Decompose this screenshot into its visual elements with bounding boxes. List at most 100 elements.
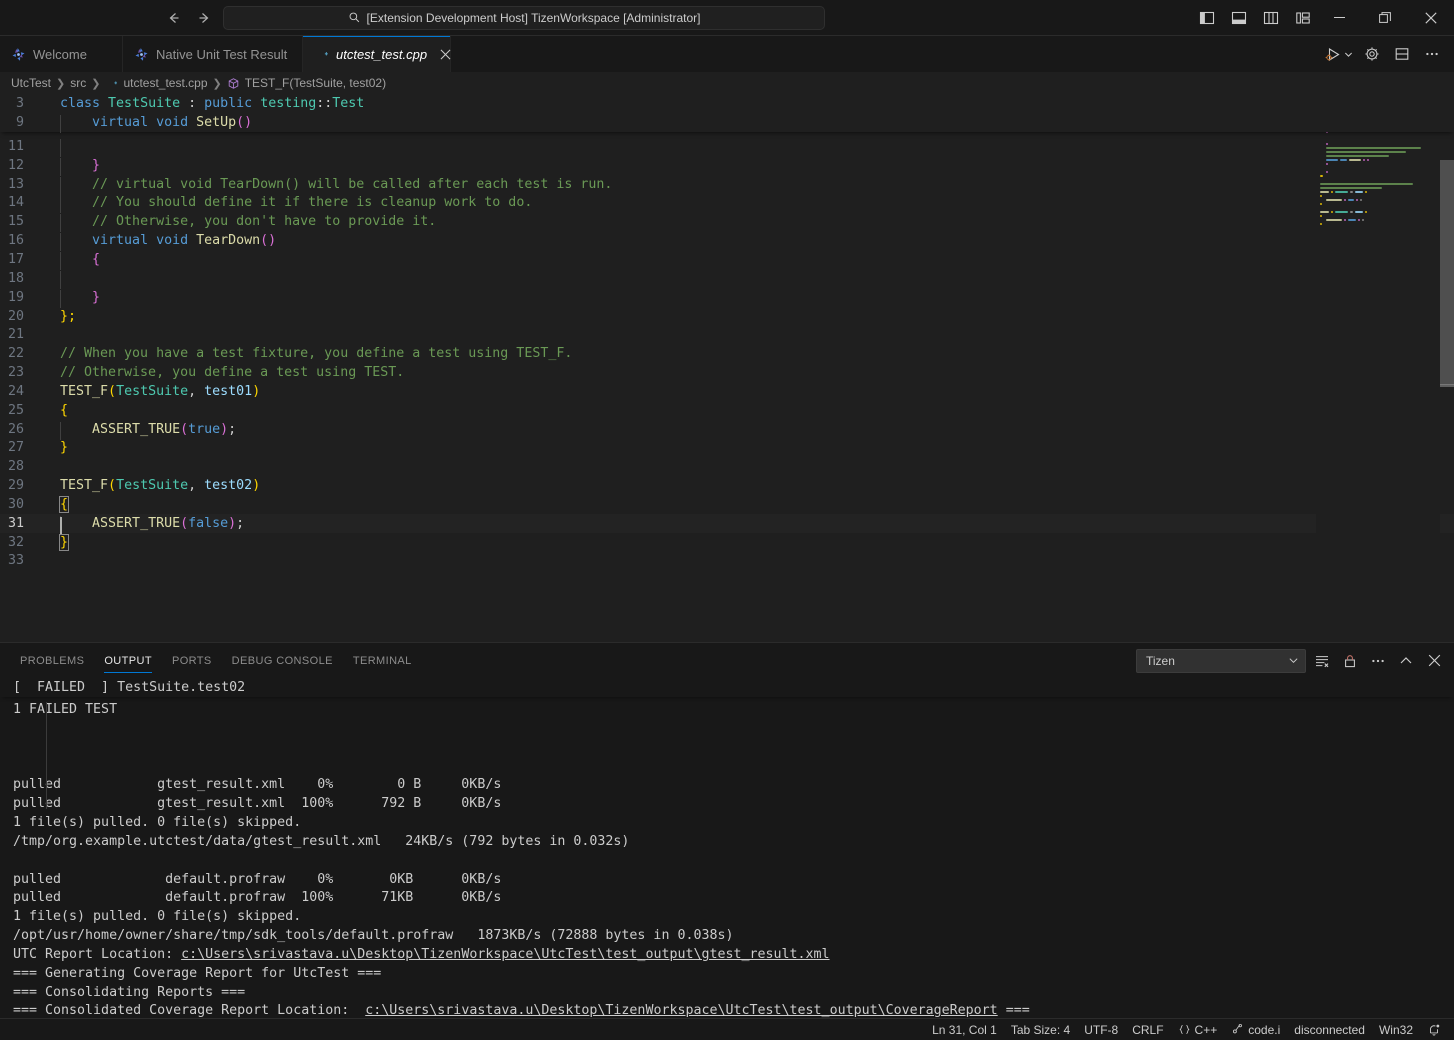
more-actions-button[interactable] <box>1418 41 1446 67</box>
status-label: Win32 <box>1379 1023 1413 1037</box>
status-tizen-platform[interactable]: Win32 <box>1372 1019 1420 1040</box>
code-token: ( <box>108 384 116 399</box>
code-text: // Otherwise, you don't have to provide … <box>46 214 436 229</box>
code-line[interactable]: 17 { <box>0 250 1454 269</box>
output-lines[interactable]: 1 FAILED TESTpulled gtest_result.xml 0% … <box>0 700 1454 1018</box>
code-line[interactable]: 3class TestSuite : public testing::Test <box>0 94 1454 113</box>
code-line[interactable]: 31 ASSERT_TRUE(false); <box>0 514 1454 533</box>
minimap-token <box>1365 191 1367 193</box>
line-number: 19 <box>0 290 46 305</box>
minimap-token <box>1349 159 1361 161</box>
go-forward-icon[interactable] <box>194 8 214 28</box>
toggle-panel-icon[interactable] <box>1226 5 1252 31</box>
close-window-button[interactable] <box>1408 0 1454 36</box>
minimap-token <box>1340 159 1347 161</box>
code-line[interactable]: 11 <box>0 137 1454 156</box>
status-notifications-bell[interactable] <box>1420 1019 1448 1040</box>
minimize-button[interactable] <box>1316 0 1362 36</box>
layout-controls <box>1194 5 1316 31</box>
tab-native-unit-test-result[interactable]: Native Unit Test Result <box>123 36 303 72</box>
status-editor-position[interactable]: Ln 31, Col 1 <box>925 1019 1004 1040</box>
panel-tab-debug-console[interactable]: DEBUG CONSOLE <box>222 643 343 678</box>
code-line[interactable]: 33 <box>0 552 1454 571</box>
run-and-debug-button[interactable] <box>1322 41 1356 67</box>
code-line[interactable]: 20}; <box>0 307 1454 326</box>
output-file-link[interactable]: c:\Users\srivastava.u\Desktop\TizenWorks… <box>365 1003 997 1018</box>
code-line[interactable]: 9 virtual void SetUp() <box>0 113 1454 132</box>
code-line[interactable]: 13 // virtual void TearDown() will be ca… <box>0 175 1454 194</box>
output-view[interactable]: 1 FAILED TESTpulled gtest_result.xml 0% … <box>0 678 1454 1018</box>
code-lines[interactable]: 11 12 }13 // virtual void TearDown() wil… <box>0 94 1454 642</box>
code-line[interactable]: 32} <box>0 533 1454 552</box>
minimap-token <box>1356 199 1358 201</box>
command-center-text: [Extension Development Host] TizenWorksp… <box>367 11 701 25</box>
output-line <box>0 757 1454 776</box>
panel-tab-terminal[interactable]: TERMINAL <box>343 643 422 678</box>
minimap-token <box>1355 191 1364 193</box>
panel-tab-output[interactable]: OUTPUT <box>94 643 162 678</box>
go-back-icon[interactable] <box>164 8 184 28</box>
code-line[interactable]: 21 <box>0 325 1454 344</box>
text-editor[interactable]: 11 12 }13 // virtual void TearDown() wil… <box>0 94 1454 642</box>
tab-welcome[interactable]: Welcome <box>0 36 123 72</box>
code-line[interactable]: 19 } <box>0 288 1454 307</box>
line-number: 20 <box>0 309 46 324</box>
output-file-link[interactable]: c:\Users\srivastava.u\Desktop\TizenWorks… <box>181 947 829 962</box>
status-editor-eol[interactable]: CRLF <box>1125 1019 1170 1040</box>
close-panel-button[interactable] <box>1422 649 1446 673</box>
code-line[interactable]: 30{ <box>0 495 1454 514</box>
code-line[interactable]: 14 // You should define it if there is c… <box>0 194 1454 213</box>
code-line[interactable]: 26 ASSERT_TRUE(true); <box>0 420 1454 439</box>
breadcrumb-item-folder[interactable]: src <box>70 76 86 90</box>
code-line[interactable]: 15 // Otherwise, you don't have to provi… <box>0 212 1454 231</box>
code-line[interactable]: 12 } <box>0 156 1454 175</box>
split-editor-button[interactable] <box>1388 41 1416 67</box>
editor-overview-mark <box>1440 384 1454 387</box>
panel-tab-problems[interactable]: PROBLEMS <box>10 643 94 678</box>
sticky-scroll-widget[interactable]: 3class TestSuite : public testing::Test9… <box>0 94 1454 132</box>
customize-layout-icon[interactable] <box>1290 5 1316 31</box>
panel-tab-label: TERMINAL <box>353 655 412 667</box>
panel-tab-ports[interactable]: PORTS <box>162 643 222 678</box>
status-label: UTF-8 <box>1084 1023 1118 1037</box>
maximize-restore-button[interactable] <box>1362 0 1408 36</box>
status-editor-indentation[interactable]: Tab Size: 4 <box>1004 1019 1077 1040</box>
code-line[interactable]: 23// Otherwise, you define a test using … <box>0 363 1454 382</box>
chevron-down-icon[interactable] <box>1344 50 1353 59</box>
status-editor-language[interactable]: C++ <box>1171 1019 1225 1040</box>
status-editor-encoding[interactable]: UTF-8 <box>1077 1019 1125 1040</box>
editor-scrollbar-thumb[interactable] <box>1440 160 1454 385</box>
output-line: pulled default.profraw 100% 71KB 0KB/s <box>0 888 1454 907</box>
code-token: TearDown <box>196 233 260 248</box>
code-line[interactable]: 25{ <box>0 401 1454 420</box>
toggle-secondary-sidebar-icon[interactable] <box>1258 5 1284 31</box>
code-line[interactable]: 24TEST_F(TestSuite, test01) <box>0 382 1454 401</box>
tab-utctest-test-cpp[interactable]: utctest_test.cpp <box>303 36 451 72</box>
code-text: // You should define it if there is clea… <box>46 195 532 210</box>
editor-scrollbar[interactable] <box>1440 94 1454 642</box>
code-line[interactable]: 16 virtual void TearDown() <box>0 231 1454 250</box>
status-tizen-device-status[interactable]: disconnected <box>1287 1019 1372 1040</box>
code-line[interactable]: 28 <box>0 457 1454 476</box>
code-token: ; <box>236 516 244 531</box>
toggle-primary-sidebar-icon[interactable] <box>1194 5 1220 31</box>
maximize-panel-button[interactable] <box>1394 649 1418 673</box>
lock-scroll-button[interactable] <box>1338 649 1362 673</box>
breadcrumb-item-project[interactable]: UtcTest <box>11 76 51 90</box>
settings-gear-button[interactable] <box>1358 41 1386 67</box>
code-line[interactable]: 29TEST_F(TestSuite, test02) <box>0 476 1454 495</box>
panel-more-actions-button[interactable] <box>1366 649 1390 673</box>
output-channel-select[interactable]: Tizen <box>1136 649 1306 673</box>
code-line[interactable]: 22// When you have a test fixture, you d… <box>0 344 1454 363</box>
close-icon[interactable] <box>440 46 451 62</box>
breadcrumb-item-file[interactable]: utctest_test.cpp <box>105 76 207 90</box>
minimap[interactable] <box>1316 94 1440 642</box>
breadcrumb-item-symbol[interactable]: TEST_F(TestSuite, test02) <box>227 76 386 90</box>
code-line[interactable]: 27} <box>0 439 1454 458</box>
code-text: virtual void TearDown() <box>46 233 276 248</box>
code-line[interactable]: 18 <box>0 269 1454 288</box>
status-cpp-intellisense-config[interactable]: code.i <box>1224 1019 1287 1040</box>
command-center[interactable]: [Extension Development Host] TizenWorksp… <box>223 6 825 30</box>
minimap-token <box>1348 199 1354 201</box>
clear-output-button[interactable] <box>1310 649 1334 673</box>
